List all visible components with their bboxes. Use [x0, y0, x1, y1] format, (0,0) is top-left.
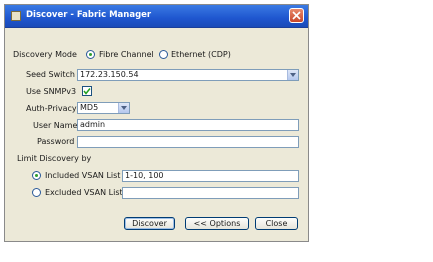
discover-dialog: Discover - Fabric Manager Discovery Mode… [4, 4, 309, 242]
seed-switch-combo[interactable]: 172.23.150.54 [77, 69, 299, 81]
included-vsan-value: 1-10, 100 [125, 171, 164, 180]
window-title: Discover - Fabric Manager [26, 10, 152, 20]
app-icon [11, 11, 21, 21]
ethernet-cdp-radio[interactable] [159, 50, 168, 59]
seed-switch-value: 172.23.150.54 [80, 70, 139, 79]
password-field[interactable] [77, 136, 299, 148]
title-bar[interactable]: Discover - Fabric Manager [5, 5, 308, 28]
discovery-mode-label: Discovery Mode [13, 50, 77, 59]
fibre-channel-radio[interactable] [86, 50, 95, 59]
checkmark-icon [83, 88, 91, 95]
user-name-field[interactable]: admin [77, 119, 299, 131]
seed-switch-label: Seed Switch [26, 70, 75, 79]
user-name-value: admin [80, 120, 106, 129]
included-vsan-radio[interactable] [32, 171, 41, 180]
close-button[interactable]: Close [255, 217, 298, 230]
included-vsan-label[interactable]: Included VSAN List [45, 171, 120, 180]
auth-privacy-value: MD5 [80, 103, 99, 112]
chevron-down-icon[interactable] [287, 70, 298, 80]
snmpv3-checkbox[interactable] [82, 86, 92, 96]
limit-discovery-label: Limit Discovery by [17, 154, 92, 163]
included-vsan-field[interactable]: 1-10, 100 [122, 170, 299, 182]
excluded-vsan-field[interactable] [122, 187, 299, 199]
password-label: Password [37, 137, 75, 146]
close-icon [292, 11, 301, 20]
chevron-down-icon[interactable] [118, 103, 129, 113]
auth-privacy-label: Auth-Privacy [26, 104, 77, 113]
ethernet-cdp-label[interactable]: Ethernet (CDP) [171, 50, 231, 59]
discover-button[interactable]: Discover [124, 217, 175, 230]
excluded-vsan-label[interactable]: Excluded VSAN List [45, 188, 123, 197]
excluded-vsan-radio[interactable] [32, 188, 41, 197]
options-button[interactable]: << Options [185, 217, 249, 230]
auth-privacy-combo[interactable]: MD5 [77, 102, 130, 114]
snmpv3-label: Use SNMPv3 [26, 87, 77, 96]
user-name-label: User Name [33, 121, 78, 130]
fibre-channel-label[interactable]: Fibre Channel [99, 50, 154, 59]
close-window-button[interactable] [289, 8, 304, 23]
